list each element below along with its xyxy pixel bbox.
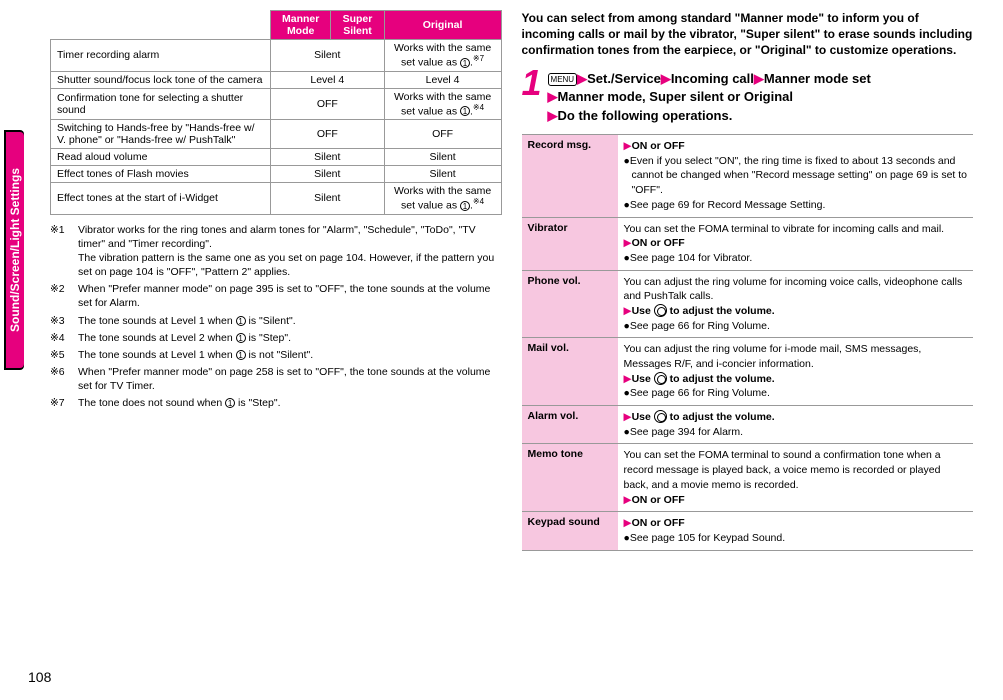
mode-table-header-original: Original xyxy=(384,11,501,40)
row-label: Effect tones at the start of i-Widget xyxy=(51,183,271,215)
note-item: ※4The tone sounds at Level 2 when 1 is "… xyxy=(50,331,502,345)
row-manner-super: Silent xyxy=(270,149,384,166)
ops-label: Memo tone xyxy=(522,444,618,511)
mode-table-header-empty xyxy=(51,11,271,40)
row-manner-super: OFF xyxy=(270,88,384,120)
row-original: Works with the same set value as 1.※4 xyxy=(384,183,501,215)
side-tab-label: Sound/Screen/Light Settings xyxy=(6,132,24,368)
step-line-3: Do the following operations. xyxy=(558,108,733,123)
row-original: Silent xyxy=(384,166,501,183)
ops-label: Vibrator xyxy=(522,218,618,270)
note-item: ※1Vibrator works for the ring tones and … xyxy=(50,223,502,280)
note-marker: ※6 xyxy=(50,365,78,393)
step-number: 1 xyxy=(522,67,542,99)
row-original: Level 4 xyxy=(384,71,501,88)
row-original: Silent xyxy=(384,149,501,166)
row-original: OFF xyxy=(384,120,501,149)
note-text: Vibrator works for the ring tones and al… xyxy=(78,223,502,280)
ops-label: Keypad sound xyxy=(522,512,618,549)
ops-row: Keypad sound▶ON or OFF●See page 105 for … xyxy=(522,512,974,550)
mode-table: Manner Mode Super Silent Original Timer … xyxy=(50,10,502,215)
row-label: Switching to Hands-free by "Hands-free w… xyxy=(51,120,271,149)
ops-body: ▶Use to adjust the volume.●See page 394 … xyxy=(618,406,974,443)
notes-block: ※1Vibrator works for the ring tones and … xyxy=(50,223,502,411)
note-marker: ※3 xyxy=(50,314,78,328)
ops-body: ▶ON or OFF●See page 105 for Keypad Sound… xyxy=(618,512,974,549)
ops-label: Mail vol. xyxy=(522,338,618,405)
ops-body: ▶ON or OFF●Even if you select "ON", the … xyxy=(618,135,974,216)
row-manner-super: Silent xyxy=(270,40,384,72)
mode-table-header-super: Super Silent xyxy=(331,11,384,40)
note-text: The tone does not sound when 1 is "Step"… xyxy=(78,396,502,410)
note-text: The tone sounds at Level 2 when 1 is "St… xyxy=(78,331,502,345)
step-seg-2: Incoming call xyxy=(671,71,754,86)
note-item: ※2When "Prefer manner mode" on page 395 … xyxy=(50,282,502,310)
table-row: Effect tones of Flash moviesSilentSilent xyxy=(51,166,502,183)
step-body: MENU▶Set./Service▶Incoming call▶Manner m… xyxy=(548,67,871,127)
row-original: Works with the same set value as 1.※7 xyxy=(384,40,501,72)
step-1: 1 MENU▶Set./Service▶Incoming call▶Manner… xyxy=(522,67,974,127)
ops-body: You can set the FOMA terminal to vibrate… xyxy=(618,218,974,270)
row-manner-super: Silent xyxy=(270,166,384,183)
row-manner-super: OFF xyxy=(270,120,384,149)
intro-text: You can select from among standard "Mann… xyxy=(522,10,974,59)
note-marker: ※7 xyxy=(50,396,78,410)
triangle-icon: ▶ xyxy=(548,89,558,104)
note-item: ※6When "Prefer manner mode" on page 258 … xyxy=(50,365,502,393)
note-marker: ※2 xyxy=(50,282,78,310)
ops-row: Phone vol.You can adjust the ring volume… xyxy=(522,271,974,339)
table-row: Switching to Hands-free by "Hands-free w… xyxy=(51,120,502,149)
ops-row: Record msg.▶ON or OFF●Even if you select… xyxy=(522,135,974,217)
ops-label: Record msg. xyxy=(522,135,618,216)
note-marker: ※5 xyxy=(50,348,78,362)
triangle-icon: ▶ xyxy=(661,71,671,86)
ops-label: Alarm vol. xyxy=(522,406,618,443)
ops-row: Mail vol.You can adjust the ring volume … xyxy=(522,338,974,406)
menu-key-icon: MENU xyxy=(548,73,578,87)
note-text: When "Prefer manner mode" on page 258 is… xyxy=(78,365,502,393)
mode-table-header-manner: Manner Mode xyxy=(270,11,330,40)
note-text: The tone sounds at Level 1 when 1 is "Si… xyxy=(78,314,502,328)
row-label: Shutter sound/focus lock tone of the cam… xyxy=(51,71,271,88)
triangle-icon: ▶ xyxy=(548,108,558,123)
row-label: Effect tones of Flash movies xyxy=(51,166,271,183)
ops-row: Alarm vol.▶Use to adjust the volume.●See… xyxy=(522,406,974,444)
ops-body: You can set the FOMA terminal to sound a… xyxy=(618,444,974,511)
row-label: Read aloud volume xyxy=(51,149,271,166)
note-marker: ※1 xyxy=(50,223,78,280)
row-manner-super: Level 4 xyxy=(270,71,384,88)
table-row: Timer recording alarmSilentWorks with th… xyxy=(51,40,502,72)
ops-body: You can adjust the ring volume for incom… xyxy=(618,271,974,338)
ops-row: Memo toneYou can set the FOMA terminal t… xyxy=(522,444,974,512)
table-row: Read aloud volumeSilentSilent xyxy=(51,149,502,166)
ops-body: You can adjust the ring volume for i-mod… xyxy=(618,338,974,405)
step-seg-3: Manner mode set xyxy=(764,71,871,86)
page-content: Manner Mode Super Silent Original Timer … xyxy=(0,0,1003,561)
row-label: Timer recording alarm xyxy=(51,40,271,72)
row-label: Confirmation tone for selecting a shutte… xyxy=(51,88,271,120)
table-row: Confirmation tone for selecting a shutte… xyxy=(51,88,502,120)
left-column: Manner Mode Super Silent Original Timer … xyxy=(50,10,502,551)
triangle-icon: ▶ xyxy=(754,71,764,86)
table-row: Shutter sound/focus lock tone of the cam… xyxy=(51,71,502,88)
note-item: ※3The tone sounds at Level 1 when 1 is "… xyxy=(50,314,502,328)
row-manner-super: Silent xyxy=(270,183,384,215)
triangle-icon: ▶ xyxy=(577,71,587,86)
note-item: ※7The tone does not sound when 1 is "Ste… xyxy=(50,396,502,410)
note-text: The tone sounds at Level 1 when 1 is not… xyxy=(78,348,502,362)
table-row: Effect tones at the start of i-WidgetSil… xyxy=(51,183,502,215)
note-text: When "Prefer manner mode" on page 395 is… xyxy=(78,282,502,310)
note-item: ※5The tone sounds at Level 1 when 1 is n… xyxy=(50,348,502,362)
ops-label: Phone vol. xyxy=(522,271,618,338)
operations-table: Record msg.▶ON or OFF●Even if you select… xyxy=(522,134,974,551)
page-number: 108 xyxy=(28,669,51,685)
row-original: Works with the same set value as 1.※4 xyxy=(384,88,501,120)
side-tab: Sound/Screen/Light Settings xyxy=(4,130,24,370)
ops-row: VibratorYou can set the FOMA terminal to… xyxy=(522,218,974,271)
step-seg-1: Set./Service xyxy=(587,71,661,86)
right-column: You can select from among standard "Mann… xyxy=(522,10,974,551)
step-line-2: Manner mode, Super silent or Original xyxy=(558,89,794,104)
note-marker: ※4 xyxy=(50,331,78,345)
